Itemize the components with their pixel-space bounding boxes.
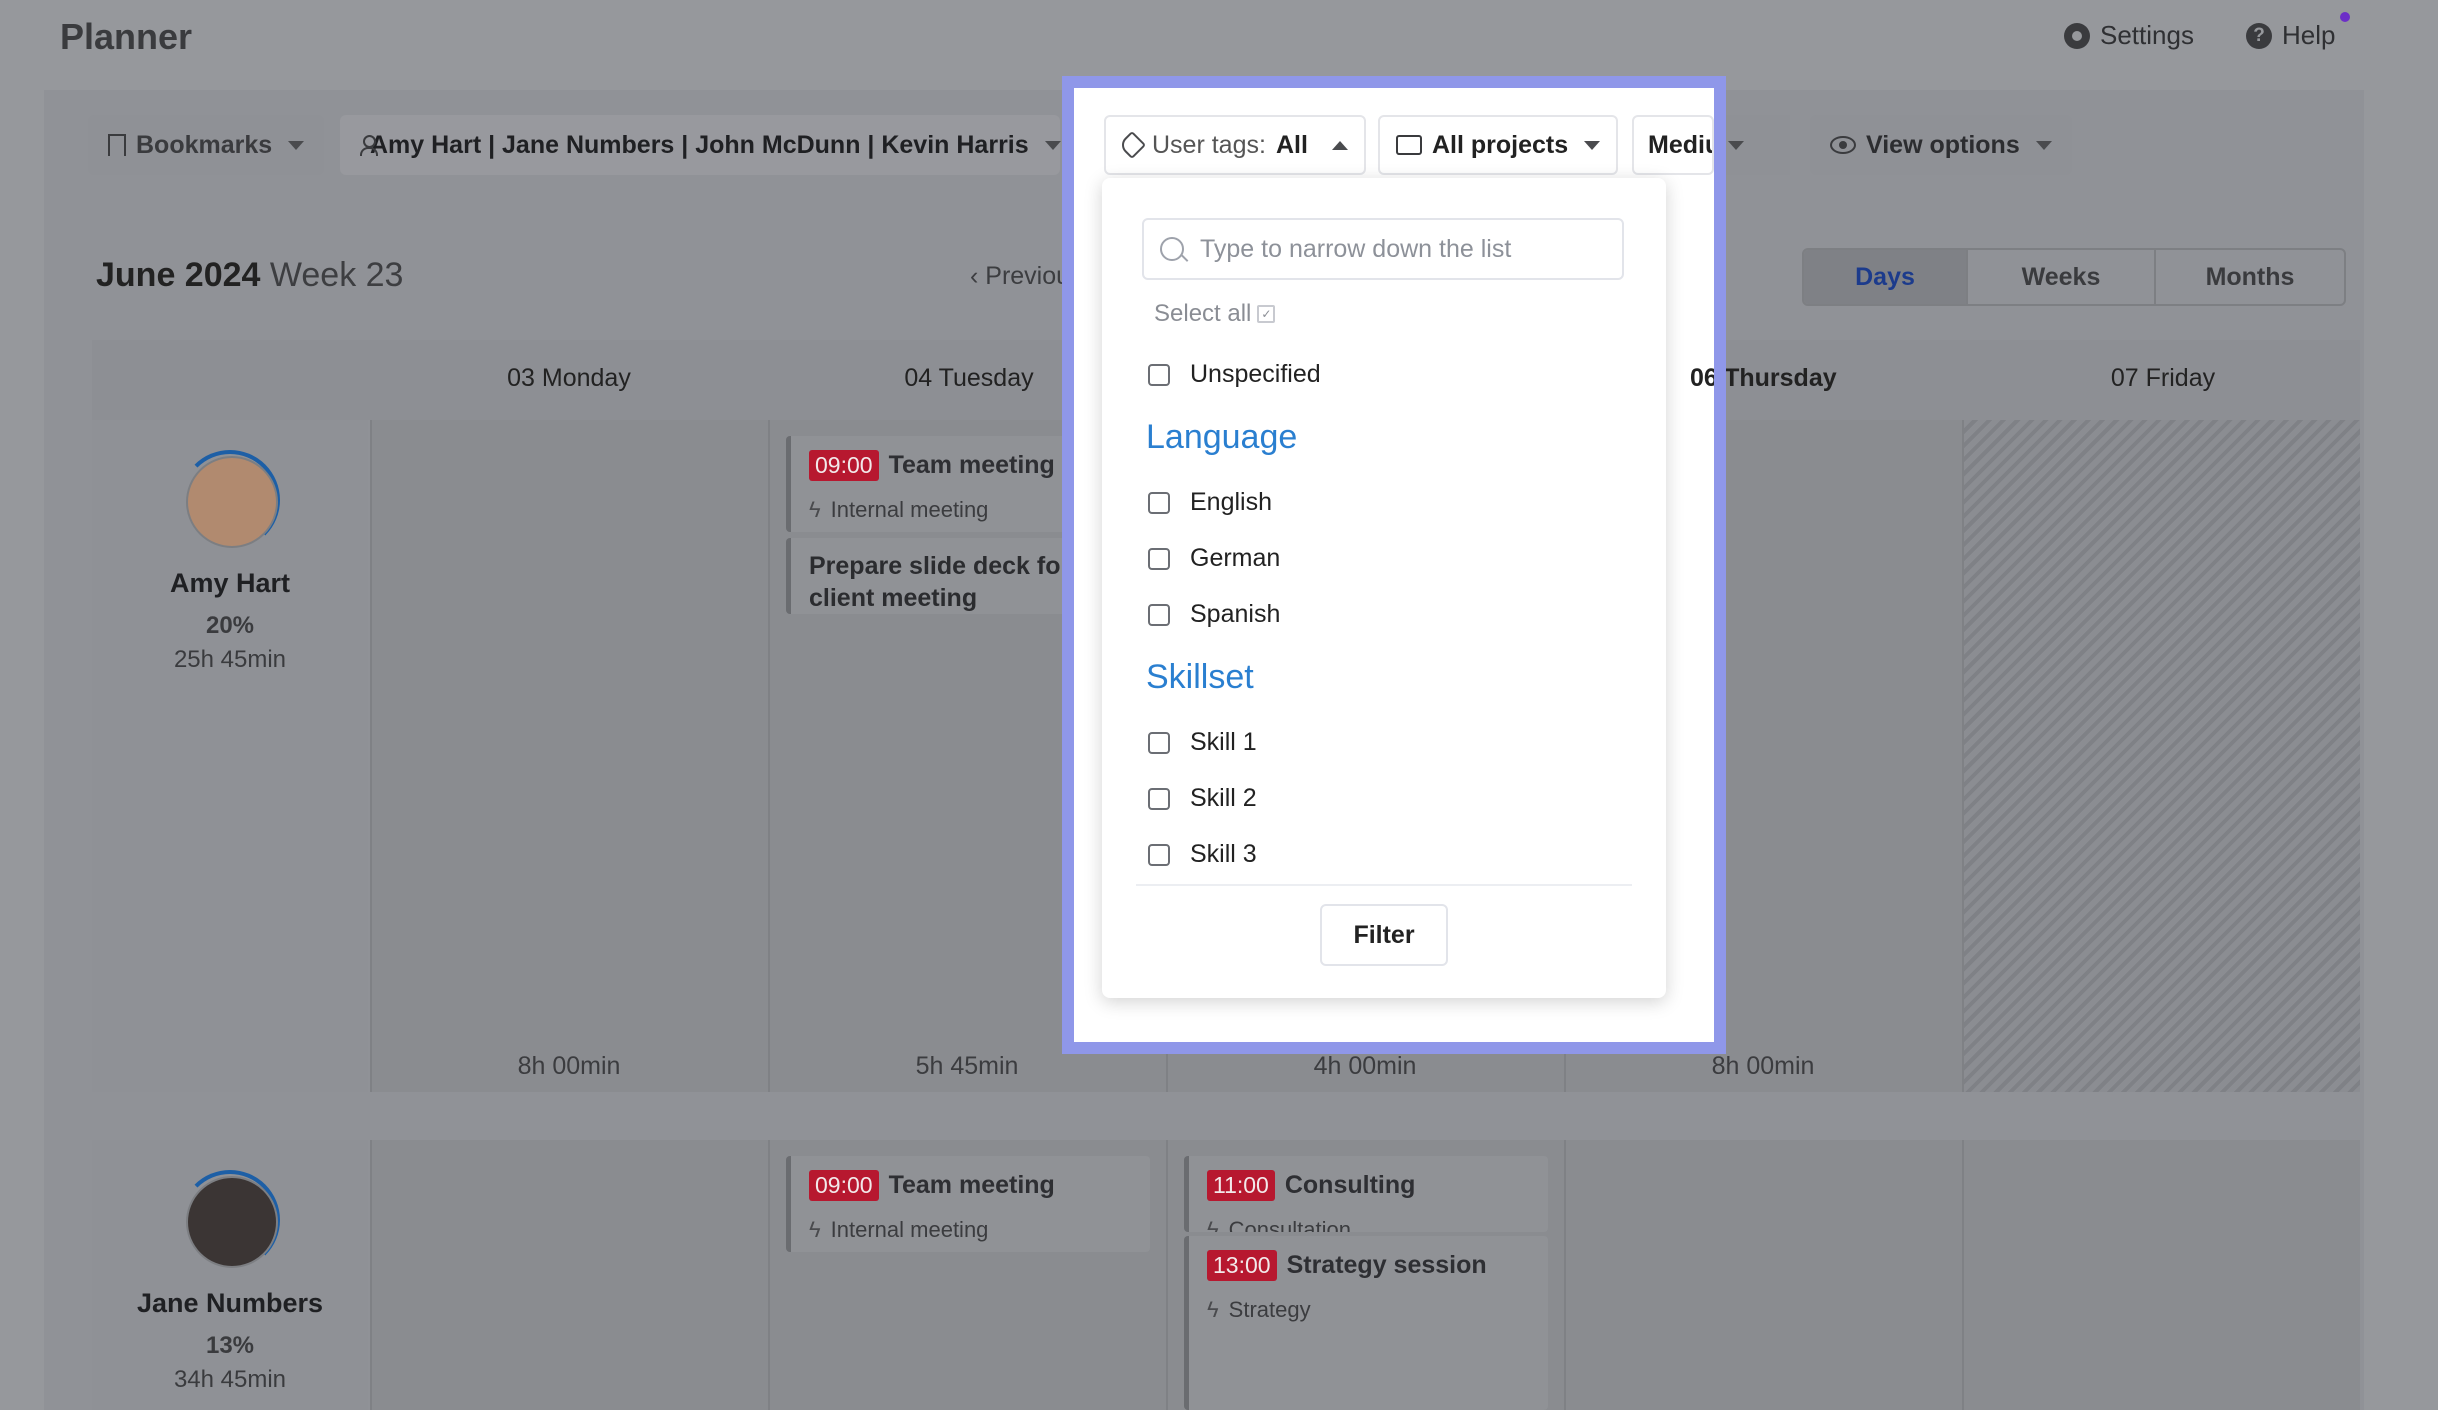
search-icon [1160,237,1184,261]
lightning-icon: ϟ [809,1217,821,1242]
divider [1136,884,1632,886]
day-cell[interactable] [370,1140,770,1410]
event-time: 11:00 [1207,1170,1275,1201]
settings-label: Settings [2100,20,2194,50]
checkbox[interactable] [1148,603,1170,626]
month-label: June 2024 [96,256,261,294]
person-percent: 13% [205,1332,255,1359]
checkbox[interactable] [1148,731,1170,754]
event-card[interactable]: 11:00 Consulting ϟ Consultation [1184,1156,1548,1232]
select-all-toggle[interactable]: Select all ✓ [1154,300,1276,328]
search-field[interactable] [1142,218,1624,280]
help-link[interactable]: ? Help [2246,20,2335,51]
person-name[interactable]: Jane Numbers [92,1288,368,1319]
notification-dot [2340,12,2350,22]
event-title: Team meeting [888,451,1055,479]
event-title: Prepare slide deck for client meeting [809,552,1071,612]
option-skill-1[interactable]: Skill 1 [1148,728,1257,757]
help-icon: ? [2246,22,2272,49]
lightning-icon: ϟ [1207,1297,1219,1322]
option-label: Skill 3 [1190,840,1257,868]
option-english[interactable]: English [1148,488,1272,517]
day-total: 5h 45min [915,1052,1019,1080]
event-time: 13:00 [1207,1250,1277,1281]
option-label: English [1190,488,1272,516]
day-total: 8h 00min [517,1052,621,1080]
event-title: Consulting [1284,1171,1416,1199]
option-label: Skill 2 [1190,784,1257,812]
event-time: 09:00 [809,450,879,481]
event-time: 09:00 [809,1170,879,1201]
option-label: Unspecified [1190,360,1321,388]
event-title: Strategy session [1286,1251,1487,1279]
option-label: Spanish [1190,600,1281,628]
checkbox[interactable] [1148,491,1170,514]
tab-weeks[interactable]: Weeks [1968,250,2156,304]
day-cell[interactable] [370,420,770,1092]
group-title-language: Language [1146,418,1298,456]
option-skill-3[interactable]: Skill 3 [1148,840,1257,869]
bookmarks-label: Bookmarks [136,130,273,159]
avatar [186,456,278,548]
day-total: 4h 00min [1313,1052,1417,1080]
event-type: Strategy [1228,1297,1311,1322]
tab-months[interactable]: Months [2156,250,2344,304]
lightning-icon: ϟ [1207,1217,1219,1232]
view-options-label: View options [1866,130,2020,159]
event-card[interactable]: 13:00 Strategy session ϟ Strategy [1184,1236,1548,1410]
eye-icon [1830,136,1856,154]
event-card[interactable]: 09:00 Team meeting ϟ Internal meeting [786,1156,1150,1252]
event-title: Team meeting [888,1171,1055,1199]
event-type: Consultation [1228,1217,1351,1232]
person-name[interactable]: Amy Hart [92,568,368,599]
users-label: Amy Hart | Jane Numbers | John McDunn | … [370,130,1029,159]
help-label: Help [2282,20,2336,50]
person-hours: 25h 45min [173,646,287,673]
option-german[interactable]: German [1148,544,1280,573]
gear-icon [2064,22,2090,49]
checkmark-icon: ✓ [1257,305,1276,323]
lightning-icon: ϟ [809,497,821,522]
checkbox[interactable] [1148,363,1170,386]
group-title-skillset: Skillset [1146,658,1254,696]
option-skill-2[interactable]: Skill 2 [1148,784,1257,813]
select-all-label: Select all [1154,300,1252,327]
day-header-monday: 03 Monday [507,364,631,392]
week-label: Week 23 [269,256,404,294]
bookmarks-dropdown[interactable]: Bookmarks [88,115,325,175]
tab-days[interactable]: Days [1804,250,1968,304]
option-label: German [1190,544,1281,572]
checkbox[interactable] [1148,547,1170,570]
chevron-down-icon [288,140,305,150]
search-input[interactable] [1198,233,1602,265]
event-type: Internal meeting [830,497,989,522]
option-label: Skill 1 [1190,728,1257,756]
option-unspecified[interactable]: Unspecified [1148,360,1321,389]
chevron-down-icon [1728,140,1744,150]
chevron-down-icon [1044,140,1061,150]
settings-link[interactable]: Settings [2064,20,2194,51]
person-percent: 20% [205,612,255,639]
avatar [186,1176,278,1268]
users-dropdown[interactable]: Amy Hart | Jane Numbers | John McDunn | … [340,115,1061,175]
view-tabs: Days Weeks Months [1802,248,2346,306]
person-hours: 34h 45min [173,1366,287,1393]
day-cell-unavailable [1962,420,2360,1092]
day-cell[interactable] [1962,1140,2360,1410]
app-title: Planner [60,16,193,57]
filter-button[interactable]: Filter [1320,904,1448,966]
day-total: 8h 00min [1711,1052,1815,1080]
day-header-friday: 07 Friday [2110,364,2216,392]
checkbox[interactable] [1148,787,1170,810]
chevron-down-icon [2035,140,2052,150]
bookmark-icon [108,134,126,156]
calendar-heading: June 2024 Week 23 [96,256,403,295]
option-spanish[interactable]: Spanish [1148,600,1280,629]
view-options-dropdown[interactable]: View options [1810,115,2072,175]
event-type: Internal meeting [830,1217,989,1242]
user-tags-panel: Select all ✓ Unspecified Language Englis… [1102,178,1666,998]
day-cell[interactable] [1564,1140,1964,1410]
checkbox[interactable] [1148,843,1170,866]
